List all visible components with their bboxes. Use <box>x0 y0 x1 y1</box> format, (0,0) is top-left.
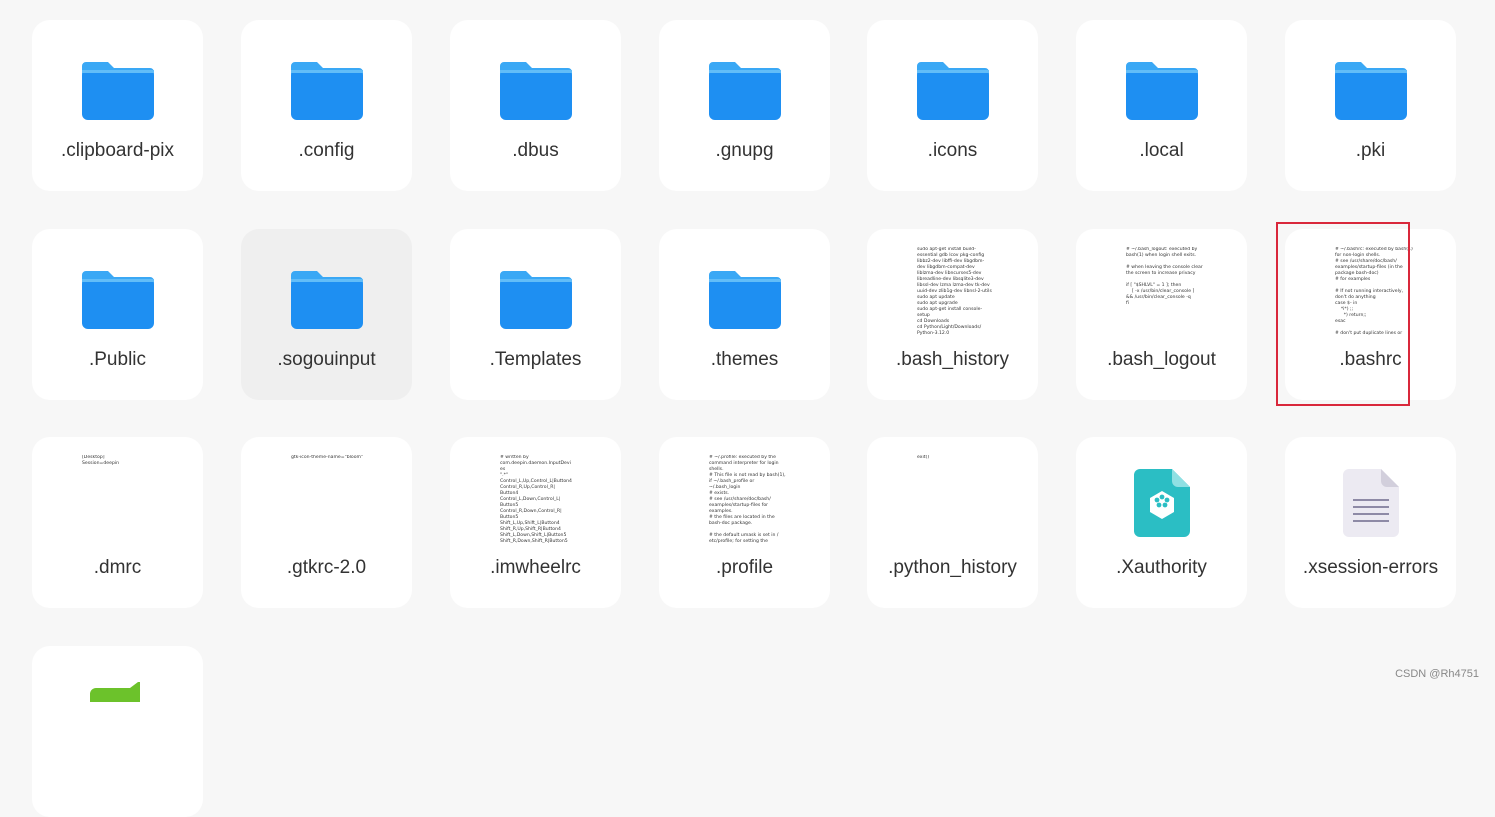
tile-label: .sogouinput <box>277 349 376 370</box>
tile-label: .config <box>298 140 355 161</box>
file-profile[interactable]: # ~/.profile: executed by the command in… <box>659 437 830 608</box>
folder-dbus[interactable]: .dbus <box>450 20 621 191</box>
tile-label: .bash_logout <box>1107 349 1216 370</box>
folder-icon <box>82 271 154 329</box>
tile-label: .dmrc <box>93 557 142 578</box>
text-preview: exit() <box>917 455 930 460</box>
folder-config[interactable]: .config <box>241 20 412 191</box>
tile-label: .bash_history <box>895 349 1009 370</box>
text-preview: gtk-icon-theme-name="bloom" <box>291 455 364 460</box>
text-preview: # ~/.bashrc: executed by bash(1) for non… <box>1335 247 1413 336</box>
text-preview: # written by com.deepin.daemon.InputDevi… <box>500 455 572 544</box>
watermark: CSDN @Rh4751 <box>1395 668 1479 680</box>
folder-icon <box>500 62 572 120</box>
file-bash-history[interactable]: sudo apt-get install build- essential gd… <box>867 229 1038 400</box>
folder-icon <box>1335 62 1407 120</box>
text-preview: # ~/.profile: executed by the command in… <box>709 455 786 544</box>
text-preview: sudo apt-get install build- essential gd… <box>917 247 992 336</box>
tile-label: .icons <box>927 140 978 161</box>
xauth-file-icon <box>1134 469 1190 537</box>
file-bashrc[interactable]: # ~/.bashrc: executed by bash(1) for non… <box>1285 229 1456 400</box>
tile-label: .python_history <box>888 557 1017 578</box>
tile-label: .pki <box>1355 140 1386 161</box>
folder-clipboard-pix[interactable]: .clipboard-pix <box>32 20 203 191</box>
folder-icon <box>1126 62 1198 120</box>
folder-pki[interactable]: .pki <box>1285 20 1456 191</box>
tile-label: .profile <box>715 557 774 578</box>
file-gtkrc[interactable]: gtk-icon-theme-name="bloom" .gtkrc-2.0 <box>241 437 412 608</box>
folder-icon <box>291 62 363 120</box>
partial-tile[interactable] <box>32 646 203 817</box>
file-bash-logout[interactable]: # ~/.bash_logout: executed by bash(1) wh… <box>1076 229 1247 400</box>
file-xsession-errors[interactable]: .xsession-errors <box>1285 437 1456 608</box>
folder-gnupg[interactable]: .gnupg <box>659 20 830 191</box>
file-python-history[interactable]: exit() .python_history <box>867 437 1038 608</box>
tile-label: .local <box>1139 140 1184 161</box>
tile-label: .Public <box>88 349 147 370</box>
folder-public[interactable]: .Public <box>32 229 203 400</box>
folder-icon <box>500 271 572 329</box>
folder-icons[interactable]: .icons <box>867 20 1038 191</box>
tile-label: .clipboard-pix <box>61 140 174 161</box>
tile-label: .Templates <box>489 349 582 370</box>
green-file-icon <box>90 682 140 702</box>
folder-templates[interactable]: .Templates <box>450 229 621 400</box>
tile-label: .gnupg <box>715 140 774 161</box>
tile-label: .themes <box>710 349 779 370</box>
folder-icon <box>917 62 989 120</box>
folder-themes[interactable]: .themes <box>659 229 830 400</box>
file-grid: .clipboard-pix .config .dbus .gnupg .ico… <box>0 0 1495 817</box>
document-icon <box>1343 469 1399 537</box>
tile-label: .imwheelrc <box>490 557 581 578</box>
folder-icon <box>709 271 781 329</box>
folder-local[interactable]: .local <box>1076 20 1247 191</box>
text-preview: # ~/.bash_logout: executed by bash(1) wh… <box>1126 247 1203 306</box>
tile-label: .bashrc <box>1339 349 1402 370</box>
tile-label: .xsession-errors <box>1302 557 1439 578</box>
file-xauthority[interactable]: .Xauthority <box>1076 437 1247 608</box>
file-dmrc[interactable]: [Desktop] Session=deepin .dmrc <box>32 437 203 608</box>
tile-label: .dbus <box>512 140 559 161</box>
folder-icon <box>291 271 363 329</box>
tile-label: .gtkrc-2.0 <box>286 557 367 578</box>
tile-label: .Xauthority <box>1116 557 1207 578</box>
folder-icon <box>709 62 781 120</box>
file-imwheelrc[interactable]: # written by com.deepin.daemon.InputDevi… <box>450 437 621 608</box>
folder-sogouinput[interactable]: .sogouinput <box>241 229 412 400</box>
text-preview: [Desktop] Session=deepin <box>82 455 120 466</box>
folder-icon <box>82 62 154 120</box>
